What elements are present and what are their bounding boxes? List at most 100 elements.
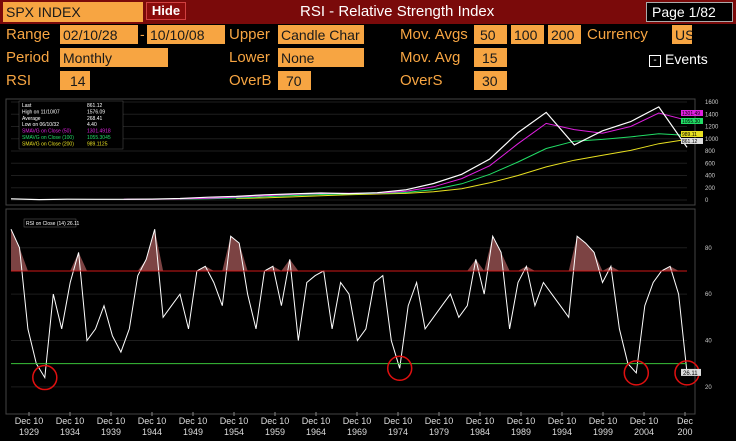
upper-legend-value: 1301.4918 xyxy=(87,129,111,135)
x-axis-month: Dec 10 xyxy=(261,416,290,426)
events-label: Events xyxy=(665,51,708,67)
x-axis-year: 1984 xyxy=(470,427,490,437)
upper-right-labels: 1301.49 1055.30 989.11861.12 xyxy=(681,110,703,145)
mov-avg-1-input[interactable]: 50 xyxy=(474,25,507,44)
range-label: Range xyxy=(6,26,51,43)
period-dropdown-tail[interactable] xyxy=(168,48,184,67)
collapse-icon: - xyxy=(649,55,661,67)
upper-y-tick: 400 xyxy=(705,174,716,180)
upper-legend-value: 989.1125 xyxy=(87,141,108,147)
mov-avg-2-input[interactable]: 100 xyxy=(511,25,544,44)
x-axis-year: 1944 xyxy=(142,427,162,437)
overbought-fill-group xyxy=(11,229,687,271)
oversold-input[interactable]: 30 xyxy=(474,71,507,90)
mov-avg-label: Mov. Avg xyxy=(400,49,461,66)
x-axis-month: Dec 10 xyxy=(97,416,126,426)
x-axis-year: 1969 xyxy=(347,427,367,437)
upper-legend-value: 861.12 xyxy=(87,103,103,109)
lower-y-axis: 80 60 40 20 xyxy=(705,246,712,391)
x-axis-year: 1929 xyxy=(19,427,39,437)
lower-legend-text: RSI on Close (14) 26.11 xyxy=(26,221,79,227)
mov-avg-input[interactable]: 15 xyxy=(474,48,507,67)
upper-series-line-2 xyxy=(179,133,688,200)
lower-right-label: 26.11 xyxy=(681,368,701,377)
upper-legend: Last 861.12 High on 11/10/07 1576.09 Average… xyxy=(18,100,124,150)
upper-right-label: 1055.30 xyxy=(682,119,700,125)
x-axis-month: Dec 10 xyxy=(466,416,495,426)
x-axis-year: 1974 xyxy=(388,427,408,437)
range-dash: - xyxy=(140,26,145,42)
currency-input[interactable]: US xyxy=(672,25,692,44)
lower-right-label: 26.11 xyxy=(683,371,698,377)
x-axis-year: 1954 xyxy=(224,427,244,437)
period-select[interactable]: Monthly xyxy=(60,48,168,67)
x-axis-month: Dec 10 xyxy=(138,416,167,426)
x-axis-year: 1994 xyxy=(552,427,572,437)
upper-legend-name: SMAVG on Close (50) xyxy=(22,129,71,135)
upper-legend-value: 268.41 xyxy=(87,116,103,122)
upper-legend-value: 1576.09 xyxy=(87,109,105,115)
x-axis-month: Dec 10 xyxy=(343,416,372,426)
overbought-input[interactable]: 70 xyxy=(278,71,311,90)
upper-legend-name: SMAVG on Close (100) xyxy=(22,135,74,141)
security-field[interactable]: SPX INDEX xyxy=(3,2,143,22)
lower-panel-frame xyxy=(5,208,696,415)
upper-chart-select[interactable]: Candle Char xyxy=(278,25,364,44)
period-label: Period xyxy=(6,49,50,66)
page-indicator: Page 1/82 xyxy=(646,2,733,22)
upper-legend-name: SMAVG on Close (200) xyxy=(22,141,74,147)
overs-label: OverS xyxy=(400,72,443,89)
upper-legend-name: High on 11/10/07 xyxy=(22,109,60,115)
upper-y-tick: 1200 xyxy=(705,125,719,131)
lower-chart-select[interactable]: None xyxy=(278,48,364,67)
x-axis-month: Dec 10 xyxy=(179,416,208,426)
x-axis-month: Dec 10 xyxy=(589,416,618,426)
x-axis-year: 1959 xyxy=(265,427,285,437)
x-axis-year: 2004 xyxy=(634,427,654,437)
lower-chart-dropdown-tail[interactable] xyxy=(364,48,378,67)
x-axis-year: 1934 xyxy=(60,427,80,437)
currency-dropdown-tail[interactable] xyxy=(692,25,706,44)
x-axis-year: 1989 xyxy=(511,427,531,437)
range-start-input[interactable]: 02/10/28 xyxy=(60,25,138,44)
rsi-label: RSI xyxy=(6,72,32,89)
upper-chart-dropdown-tail[interactable] xyxy=(364,25,378,44)
range-end-input[interactable]: 10/10/08 xyxy=(147,25,225,44)
events-toggle[interactable]: - Events xyxy=(649,50,708,68)
upper-y-axis: 1600 1400 1200 1000 800 600 400 200 0 xyxy=(705,100,719,204)
upper-legend-name: Average xyxy=(22,116,41,122)
x-axis-month: Dec 10 xyxy=(548,416,577,426)
upper-y-tick: 0 xyxy=(705,198,709,204)
hide-button[interactable]: Hide xyxy=(146,2,186,20)
upper-y-tick: 200 xyxy=(705,186,716,192)
lower-legend: RSI on Close (14) 26.11 xyxy=(23,218,79,228)
x-axis-month: Dec 10 xyxy=(630,416,659,426)
upper-right-label: 989.11 xyxy=(682,132,697,138)
upper-series-line-1 xyxy=(123,112,688,200)
lower-label: Lower xyxy=(229,49,270,66)
lower-y-tick: 20 xyxy=(705,385,712,391)
upper-series-line-3 xyxy=(236,138,688,199)
upper-legend-value: 4.40 xyxy=(87,122,97,128)
x-axis-year: 1949 xyxy=(183,427,203,437)
x-axis-month: Dec 10 xyxy=(56,416,85,426)
upper-legend-value: 1055.3045 xyxy=(87,135,111,141)
overb-label: OverB xyxy=(229,72,272,89)
upper-right-label: 1301.49 xyxy=(682,111,700,117)
upper-right-label: 861.12 xyxy=(682,139,698,145)
x-axis-month: Dec 10 xyxy=(302,416,331,426)
rsi-period-input[interactable]: 14 xyxy=(60,71,90,90)
x-axis-year: 1979 xyxy=(429,427,449,437)
x-axis-month: Dec 10 xyxy=(15,416,44,426)
threshold-lines xyxy=(11,270,687,365)
upper-y-tick: 1000 xyxy=(705,137,719,143)
lower-y-tick: 40 xyxy=(705,338,712,344)
upper-legend-name: Last xyxy=(22,103,32,109)
lower-y-tick: 80 xyxy=(705,246,712,252)
chart-svg: Last 861.12 High on 11/10/07 1576.09 Average… xyxy=(5,98,719,437)
mov-avg-3-input[interactable]: 200 xyxy=(548,25,581,44)
upper-y-tick: 800 xyxy=(705,149,716,155)
mov-avgs-label: Mov. Avgs xyxy=(400,26,468,43)
x-axis-month: Dec xyxy=(677,416,694,426)
chart-area[interactable]: Last 861.12 High on 11/10/07 1576.09 Average… xyxy=(3,96,733,441)
